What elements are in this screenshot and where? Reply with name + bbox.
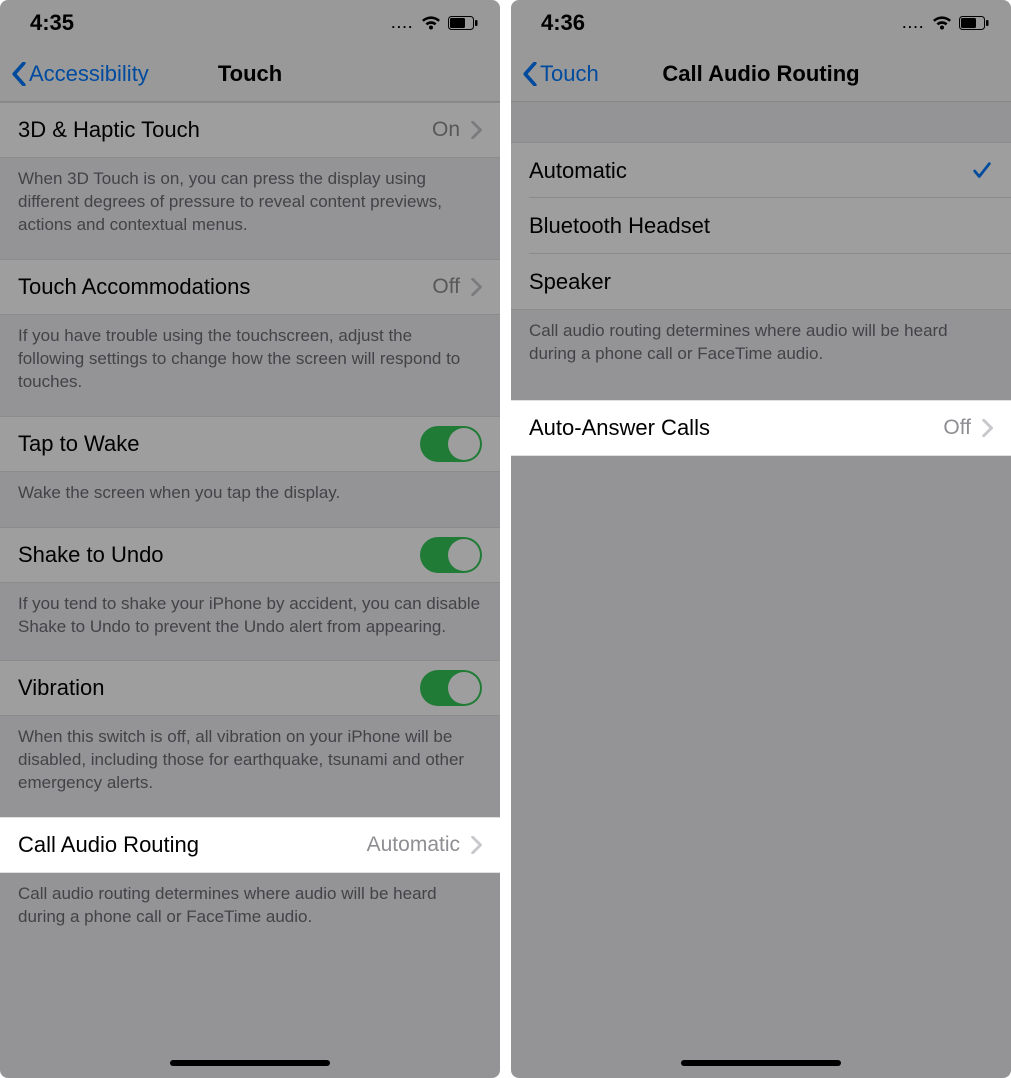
touch-settings-screen: 4:35 .... Accessibility Touch 3D & Hapti… — [0, 0, 500, 1078]
row-3d-haptic-touch[interactable]: 3D & Haptic Touch On — [0, 102, 500, 158]
vibration-toggle[interactable] — [420, 670, 482, 706]
home-indicator[interactable] — [170, 1060, 330, 1066]
wifi-icon — [421, 16, 441, 31]
page-title: Touch — [218, 61, 282, 87]
option-label: Automatic — [529, 158, 971, 184]
row-touch-accommodations[interactable]: Touch Accommodations Off — [0, 259, 500, 315]
chevron-right-icon — [470, 836, 482, 854]
option-label: Speaker — [529, 269, 993, 295]
chevron-right-icon — [470, 121, 482, 139]
row-label: Vibration — [18, 675, 420, 701]
battery-icon — [959, 16, 989, 30]
battery-icon — [448, 16, 478, 30]
cellular-dots-icon: .... — [392, 16, 414, 31]
checkmark-icon — [971, 160, 993, 182]
chevron-right-icon — [470, 278, 482, 296]
back-button[interactable]: Accessibility — [0, 61, 149, 87]
option-speaker[interactable]: Speaker — [511, 254, 1011, 310]
page-title: Call Audio Routing — [662, 61, 859, 87]
row-vibration: Vibration — [0, 660, 500, 716]
status-time: 4:36 — [541, 10, 585, 36]
footer-ta: If you have trouble using the touchscree… — [0, 315, 500, 416]
back-label: Accessibility — [29, 61, 149, 87]
back-label: Touch — [540, 61, 599, 87]
row-value: Automatic — [367, 833, 460, 857]
home-indicator[interactable] — [681, 1060, 841, 1066]
row-tap-to-wake: Tap to Wake — [0, 416, 500, 472]
row-label: Auto-Answer Calls — [529, 415, 943, 441]
row-label: Shake to Undo — [18, 542, 420, 568]
row-call-audio-routing[interactable]: Call Audio Routing Automatic — [0, 817, 500, 873]
row-label: Call Audio Routing — [18, 832, 367, 858]
footer-ttw: Wake the screen when you tap the display… — [0, 472, 500, 527]
option-bluetooth-headset[interactable]: Bluetooth Headset — [511, 198, 1011, 254]
row-value: Off — [943, 416, 971, 440]
call-audio-routing-screen: 4:36 .... Touch Call Audio Routing Autom… — [511, 0, 1011, 1078]
status-bar: 4:35 .... — [0, 0, 500, 46]
chevron-right-icon — [981, 419, 993, 437]
back-button[interactable]: Touch — [511, 61, 599, 87]
section-gap — [511, 388, 1011, 400]
row-label: Tap to Wake — [18, 431, 420, 457]
row-label: Touch Accommodations — [18, 274, 432, 300]
chevron-left-icon — [522, 62, 538, 86]
footer-options: Call audio routing determines where audi… — [511, 310, 1011, 388]
status-bar: 4:36 .... — [511, 0, 1011, 46]
footer-stu: If you tend to shake your iPhone by acci… — [0, 583, 500, 661]
footer-3d: When 3D Touch is on, you can press the d… — [0, 158, 500, 259]
row-label: 3D & Haptic Touch — [18, 117, 432, 143]
section-gap — [511, 102, 1011, 142]
option-label: Bluetooth Headset — [529, 213, 993, 239]
status-time: 4:35 — [30, 10, 74, 36]
shake-to-undo-toggle[interactable] — [420, 537, 482, 573]
cellular-dots-icon: .... — [903, 16, 925, 31]
footer-vib: When this switch is off, all vibration o… — [0, 716, 500, 817]
tap-to-wake-toggle[interactable] — [420, 426, 482, 462]
row-value: On — [432, 118, 460, 142]
footer-car: Call audio routing determines where audi… — [0, 873, 500, 951]
nav-bar: Accessibility Touch — [0, 46, 500, 102]
option-automatic[interactable]: Automatic — [511, 142, 1011, 198]
chevron-left-icon — [11, 62, 27, 86]
row-auto-answer-calls[interactable]: Auto-Answer Calls Off — [511, 400, 1011, 456]
row-value: Off — [432, 275, 460, 299]
wifi-icon — [932, 16, 952, 31]
nav-bar: Touch Call Audio Routing — [511, 46, 1011, 102]
row-shake-to-undo: Shake to Undo — [0, 527, 500, 583]
